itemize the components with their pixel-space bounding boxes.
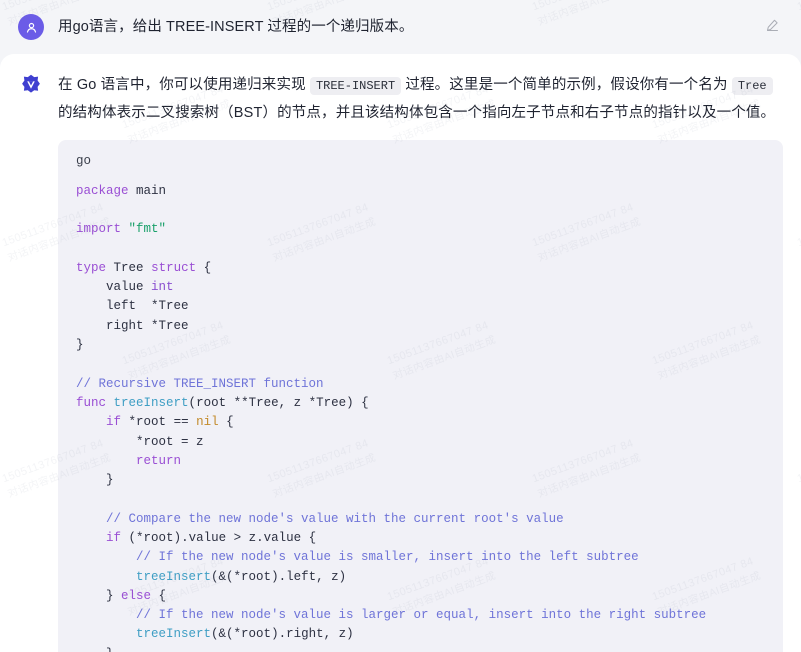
assistant-paragraph: 在 Go 语言中，你可以使用递归来实现 TREE-INSERT 过程。这里是一个… [58, 72, 783, 128]
assistant-body: 在 Go 语言中，你可以使用递归来实现 TREE-INSERT 过程。这里是一个… [58, 72, 783, 652]
assistant-logo-icon [18, 72, 44, 98]
assistant-message-card: 在 Go 语言中，你可以使用递归来实现 TREE-INSERT 过程。这里是一个… [0, 54, 801, 652]
user-avatar-icon [18, 14, 44, 40]
pencil-edit-icon[interactable] [761, 14, 783, 36]
code-language-label: go [76, 153, 92, 168]
inline-code-tree-insert: TREE-INSERT [309, 77, 402, 95]
user-message-text: 用go语言，给出 TREE-INSERT 过程的一个递归版本。 [58, 19, 414, 35]
paragraph-segment-2: 过程。这里是一个简单的示例，假设你有一个名为 [401, 77, 732, 93]
paragraph-segment-3: 的结构体表示二叉搜索树（BST）的节点，并且该结构体包含一个指向左子节点和右子节… [58, 104, 776, 121]
paragraph-segment-1: 在 Go 语言中，你可以使用递归来实现 [58, 77, 310, 93]
user-message-row: 用go语言，给出 TREE-INSERT 过程的一个递归版本。 [0, 0, 801, 54]
code-block: go package main import "fmt" type Tree s… [58, 139, 783, 652]
inline-code-tree: Tree [731, 77, 773, 95]
chat-app-root: 用go语言，给出 TREE-INSERT 过程的一个递归版本。 在 Go 语言中… [0, 0, 801, 652]
code-content[interactable]: package main import "fmt" type Tree stru… [58, 168, 783, 652]
